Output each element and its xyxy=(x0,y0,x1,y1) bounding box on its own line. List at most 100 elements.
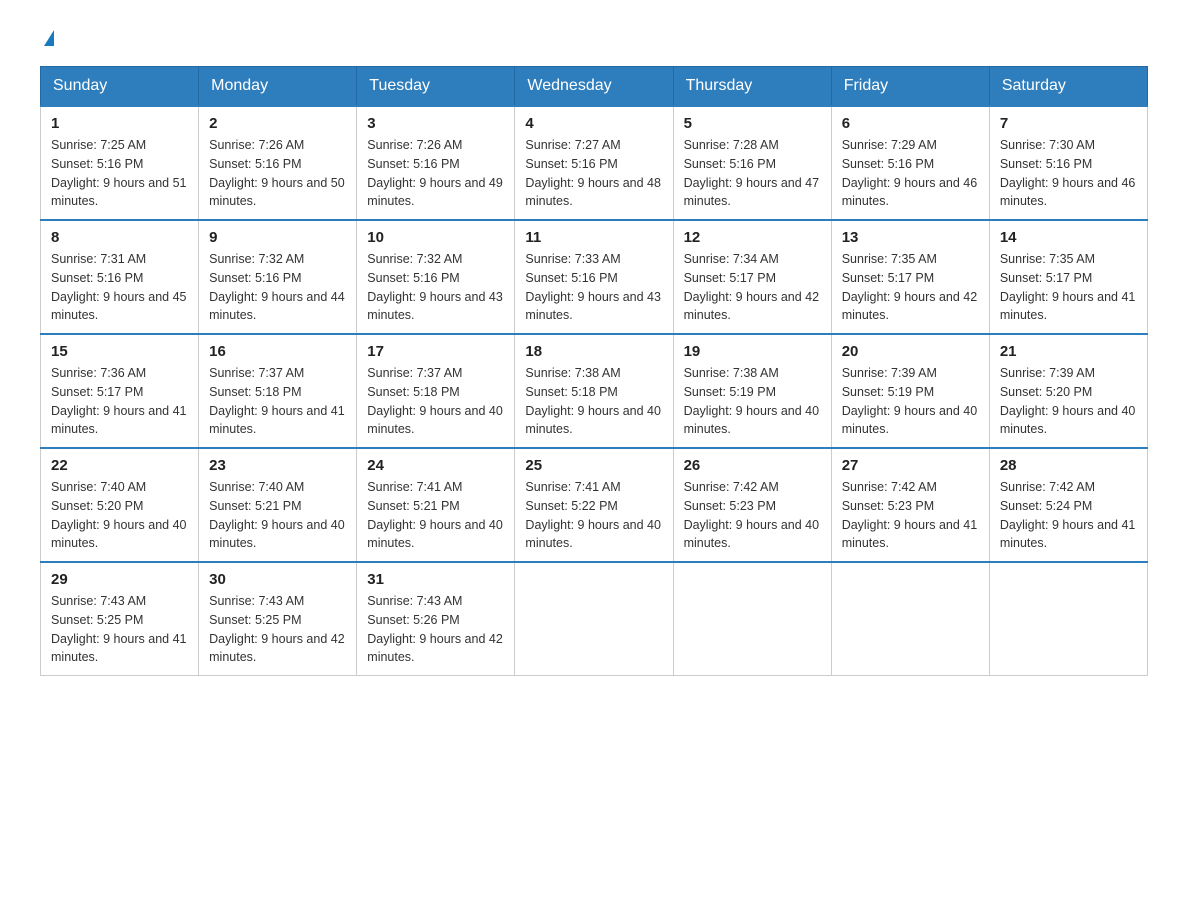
day-number: 1 xyxy=(51,115,188,132)
day-info: Sunrise: 7:30 AMSunset: 5:16 PMDaylight:… xyxy=(1000,138,1136,208)
page-header xyxy=(40,30,1148,46)
day-number: 10 xyxy=(367,229,504,246)
weekday-header-row: SundayMondayTuesdayWednesdayThursdayFrid… xyxy=(41,67,1148,107)
day-number: 13 xyxy=(842,229,979,246)
calendar-table: SundayMondayTuesdayWednesdayThursdayFrid… xyxy=(40,66,1148,676)
day-number: 26 xyxy=(684,457,821,474)
weekday-header-wednesday: Wednesday xyxy=(515,67,673,107)
calendar-cell: 27 Sunrise: 7:42 AMSunset: 5:23 PMDaylig… xyxy=(831,448,989,562)
calendar-cell xyxy=(831,562,989,676)
day-number: 27 xyxy=(842,457,979,474)
day-number: 28 xyxy=(1000,457,1137,474)
day-info: Sunrise: 7:41 AMSunset: 5:22 PMDaylight:… xyxy=(525,480,661,550)
weekday-header-tuesday: Tuesday xyxy=(357,67,515,107)
day-number: 21 xyxy=(1000,343,1137,360)
day-number: 23 xyxy=(209,457,346,474)
day-info: Sunrise: 7:32 AMSunset: 5:16 PMDaylight:… xyxy=(209,252,345,322)
calendar-cell: 20 Sunrise: 7:39 AMSunset: 5:19 PMDaylig… xyxy=(831,334,989,448)
calendar-cell: 11 Sunrise: 7:33 AMSunset: 5:16 PMDaylig… xyxy=(515,220,673,334)
day-info: Sunrise: 7:26 AMSunset: 5:16 PMDaylight:… xyxy=(367,138,503,208)
logo-triangle-icon xyxy=(44,30,54,46)
weekday-header-sunday: Sunday xyxy=(41,67,199,107)
day-number: 16 xyxy=(209,343,346,360)
day-info: Sunrise: 7:27 AMSunset: 5:16 PMDaylight:… xyxy=(525,138,661,208)
weekday-header-friday: Friday xyxy=(831,67,989,107)
day-number: 20 xyxy=(842,343,979,360)
logo xyxy=(40,30,54,46)
day-info: Sunrise: 7:35 AMSunset: 5:17 PMDaylight:… xyxy=(842,252,978,322)
day-info: Sunrise: 7:34 AMSunset: 5:17 PMDaylight:… xyxy=(684,252,820,322)
day-number: 14 xyxy=(1000,229,1137,246)
calendar-cell: 14 Sunrise: 7:35 AMSunset: 5:17 PMDaylig… xyxy=(989,220,1147,334)
calendar-cell: 10 Sunrise: 7:32 AMSunset: 5:16 PMDaylig… xyxy=(357,220,515,334)
day-info: Sunrise: 7:43 AMSunset: 5:25 PMDaylight:… xyxy=(209,594,345,664)
day-number: 12 xyxy=(684,229,821,246)
day-number: 25 xyxy=(525,457,662,474)
day-number: 2 xyxy=(209,115,346,132)
day-info: Sunrise: 7:42 AMSunset: 5:23 PMDaylight:… xyxy=(842,480,978,550)
calendar-cell: 16 Sunrise: 7:37 AMSunset: 5:18 PMDaylig… xyxy=(199,334,357,448)
day-number: 30 xyxy=(209,571,346,588)
day-number: 11 xyxy=(525,229,662,246)
calendar-cell: 3 Sunrise: 7:26 AMSunset: 5:16 PMDayligh… xyxy=(357,106,515,220)
calendar-cell: 18 Sunrise: 7:38 AMSunset: 5:18 PMDaylig… xyxy=(515,334,673,448)
calendar-cell: 22 Sunrise: 7:40 AMSunset: 5:20 PMDaylig… xyxy=(41,448,199,562)
calendar-cell: 31 Sunrise: 7:43 AMSunset: 5:26 PMDaylig… xyxy=(357,562,515,676)
day-number: 24 xyxy=(367,457,504,474)
day-info: Sunrise: 7:35 AMSunset: 5:17 PMDaylight:… xyxy=(1000,252,1136,322)
calendar-cell: 12 Sunrise: 7:34 AMSunset: 5:17 PMDaylig… xyxy=(673,220,831,334)
day-number: 29 xyxy=(51,571,188,588)
day-number: 5 xyxy=(684,115,821,132)
calendar-cell xyxy=(989,562,1147,676)
calendar-cell: 7 Sunrise: 7:30 AMSunset: 5:16 PMDayligh… xyxy=(989,106,1147,220)
calendar-cell: 19 Sunrise: 7:38 AMSunset: 5:19 PMDaylig… xyxy=(673,334,831,448)
day-number: 7 xyxy=(1000,115,1137,132)
day-number: 19 xyxy=(684,343,821,360)
day-info: Sunrise: 7:42 AMSunset: 5:23 PMDaylight:… xyxy=(684,480,820,550)
calendar-week-1: 1 Sunrise: 7:25 AMSunset: 5:16 PMDayligh… xyxy=(41,106,1148,220)
calendar-week-2: 8 Sunrise: 7:31 AMSunset: 5:16 PMDayligh… xyxy=(41,220,1148,334)
day-number: 17 xyxy=(367,343,504,360)
calendar-cell: 25 Sunrise: 7:41 AMSunset: 5:22 PMDaylig… xyxy=(515,448,673,562)
day-info: Sunrise: 7:40 AMSunset: 5:21 PMDaylight:… xyxy=(209,480,345,550)
day-number: 3 xyxy=(367,115,504,132)
day-number: 4 xyxy=(525,115,662,132)
calendar-cell: 26 Sunrise: 7:42 AMSunset: 5:23 PMDaylig… xyxy=(673,448,831,562)
day-info: Sunrise: 7:33 AMSunset: 5:16 PMDaylight:… xyxy=(525,252,661,322)
weekday-header-saturday: Saturday xyxy=(989,67,1147,107)
calendar-cell: 17 Sunrise: 7:37 AMSunset: 5:18 PMDaylig… xyxy=(357,334,515,448)
day-info: Sunrise: 7:32 AMSunset: 5:16 PMDaylight:… xyxy=(367,252,503,322)
weekday-header-monday: Monday xyxy=(199,67,357,107)
day-info: Sunrise: 7:28 AMSunset: 5:16 PMDaylight:… xyxy=(684,138,820,208)
calendar-week-5: 29 Sunrise: 7:43 AMSunset: 5:25 PMDaylig… xyxy=(41,562,1148,676)
calendar-cell: 30 Sunrise: 7:43 AMSunset: 5:25 PMDaylig… xyxy=(199,562,357,676)
day-info: Sunrise: 7:39 AMSunset: 5:19 PMDaylight:… xyxy=(842,366,978,436)
day-info: Sunrise: 7:39 AMSunset: 5:20 PMDaylight:… xyxy=(1000,366,1136,436)
day-number: 15 xyxy=(51,343,188,360)
day-info: Sunrise: 7:26 AMSunset: 5:16 PMDaylight:… xyxy=(209,138,345,208)
calendar-cell: 6 Sunrise: 7:29 AMSunset: 5:16 PMDayligh… xyxy=(831,106,989,220)
calendar-cell: 8 Sunrise: 7:31 AMSunset: 5:16 PMDayligh… xyxy=(41,220,199,334)
calendar-cell: 13 Sunrise: 7:35 AMSunset: 5:17 PMDaylig… xyxy=(831,220,989,334)
day-info: Sunrise: 7:37 AMSunset: 5:18 PMDaylight:… xyxy=(367,366,503,436)
calendar-cell: 23 Sunrise: 7:40 AMSunset: 5:21 PMDaylig… xyxy=(199,448,357,562)
calendar-cell: 2 Sunrise: 7:26 AMSunset: 5:16 PMDayligh… xyxy=(199,106,357,220)
calendar-week-4: 22 Sunrise: 7:40 AMSunset: 5:20 PMDaylig… xyxy=(41,448,1148,562)
day-number: 9 xyxy=(209,229,346,246)
calendar-cell: 5 Sunrise: 7:28 AMSunset: 5:16 PMDayligh… xyxy=(673,106,831,220)
day-number: 31 xyxy=(367,571,504,588)
day-number: 8 xyxy=(51,229,188,246)
day-number: 22 xyxy=(51,457,188,474)
calendar-cell: 15 Sunrise: 7:36 AMSunset: 5:17 PMDaylig… xyxy=(41,334,199,448)
day-number: 6 xyxy=(842,115,979,132)
day-info: Sunrise: 7:42 AMSunset: 5:24 PMDaylight:… xyxy=(1000,480,1136,550)
day-info: Sunrise: 7:38 AMSunset: 5:19 PMDaylight:… xyxy=(684,366,820,436)
day-info: Sunrise: 7:29 AMSunset: 5:16 PMDaylight:… xyxy=(842,138,978,208)
day-info: Sunrise: 7:31 AMSunset: 5:16 PMDaylight:… xyxy=(51,252,187,322)
day-number: 18 xyxy=(525,343,662,360)
calendar-cell: 24 Sunrise: 7:41 AMSunset: 5:21 PMDaylig… xyxy=(357,448,515,562)
calendar-cell: 21 Sunrise: 7:39 AMSunset: 5:20 PMDaylig… xyxy=(989,334,1147,448)
calendar-cell: 4 Sunrise: 7:27 AMSunset: 5:16 PMDayligh… xyxy=(515,106,673,220)
calendar-cell xyxy=(515,562,673,676)
weekday-header-thursday: Thursday xyxy=(673,67,831,107)
